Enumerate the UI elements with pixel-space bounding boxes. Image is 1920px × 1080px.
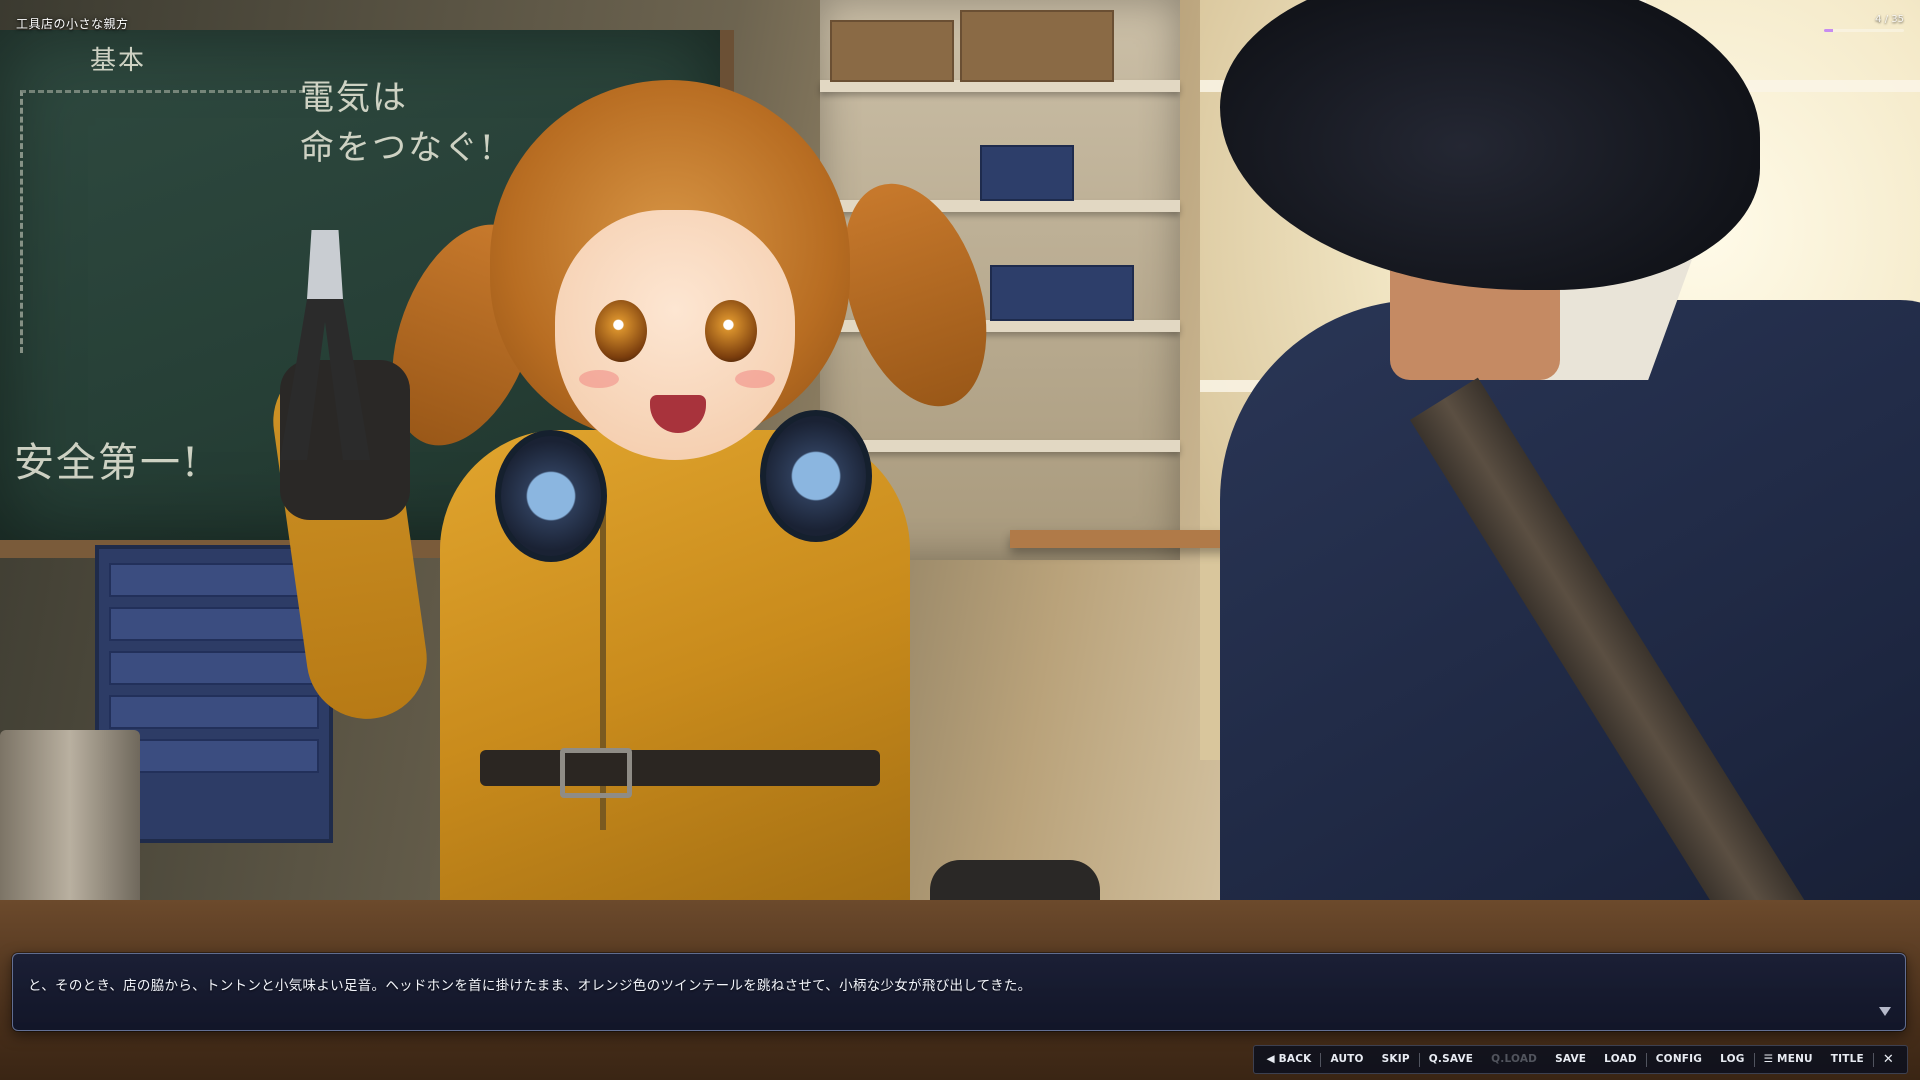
headphone-icon [495,430,607,562]
close-icon[interactable]: ✕ [1874,1046,1903,1073]
chalk-diagram [20,90,323,353]
menu-button[interactable]: ☰ MENU [1755,1046,1822,1073]
title-button[interactable]: TITLE [1822,1046,1873,1073]
dialogue-box[interactable]: と、そのとき、店の脇から、トントンと小気味よい足音。ヘッドホンを首に掛けたまま、… [12,953,1906,1031]
save-button[interactable]: SAVE [1546,1046,1595,1073]
progress-indicator: 4 / 35 [1824,14,1904,32]
game-stage[interactable]: 電気は 命をつなぐ! 安全第一! 基本 工具店の小さな親方 4 / 35 と、そ… [0,0,1920,1080]
progress-counter: 4 / 35 [1875,14,1904,25]
dialogue-text: と、そのとき、店の脇から、トントンと小気味よい足音。ヘッドホンを首に掛けたまま、… [28,978,1032,994]
chalk-text-basics: 基本 [90,46,147,76]
quick-menu-bar: ◀ BACK AUTO SKIP Q.SAVE Q.LOAD SAVE LOAD… [1252,1045,1908,1074]
skip-button[interactable]: SKIP [1373,1046,1419,1073]
progress-fill [1824,29,1834,32]
log-button[interactable]: LOG [1711,1046,1753,1073]
quick-save-button[interactable]: Q.SAVE [1420,1046,1482,1073]
auto-button[interactable]: AUTO [1321,1046,1372,1073]
config-button[interactable]: CONFIG [1647,1046,1711,1073]
triangle-down-icon[interactable] [1879,1007,1891,1016]
quick-load-button[interactable]: Q.LOAD [1482,1046,1546,1073]
progress-track [1824,29,1904,32]
character-girl [265,60,1100,930]
boy-hair [1220,0,1760,290]
game-title: 工具店の小さな親方 [16,17,129,31]
headphone-icon [760,410,872,542]
scene-illustration: 電気は 命をつなぐ! 安全第一! 基本 [0,0,1920,1080]
chalk-text-safety: 安全第一! [14,440,201,486]
back-button[interactable]: ◀ BACK [1258,1046,1321,1073]
girl-face [555,210,795,460]
load-button[interactable]: LOAD [1595,1046,1646,1073]
